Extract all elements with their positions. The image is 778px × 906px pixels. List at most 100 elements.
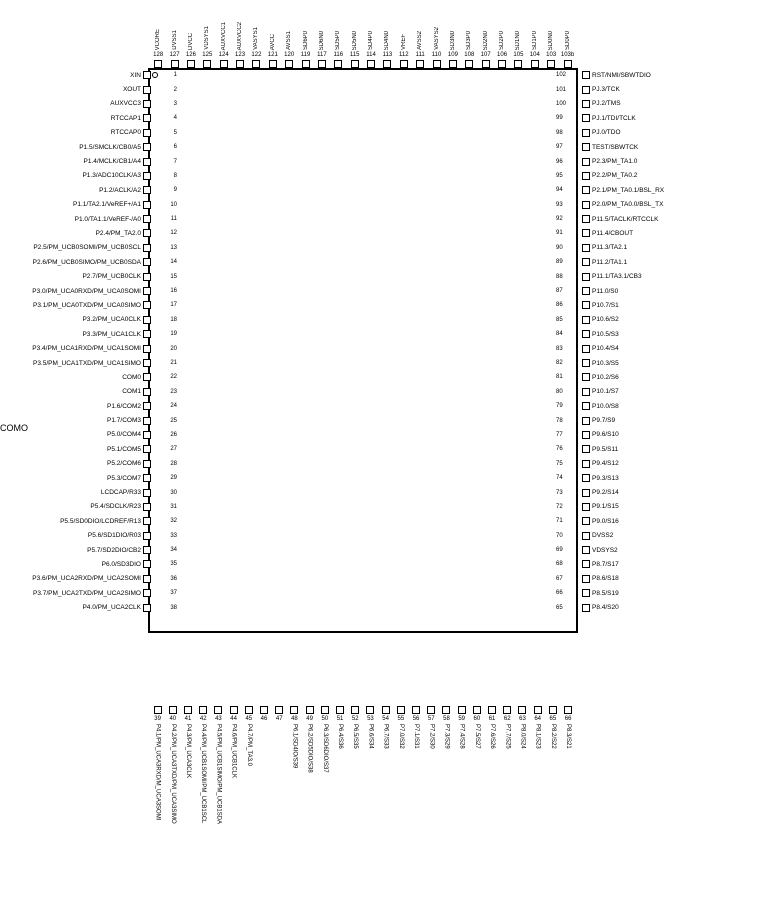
pin-label: P2.7/PM_UCB0CLK — [82, 273, 141, 280]
pin-label: SD0P0 — [565, 31, 571, 50]
pin-box — [582, 143, 590, 151]
pin-num: 14 — [170, 259, 177, 265]
bottom-pin-53: 53 P6.6/S34 — [363, 706, 377, 749]
pin-num: 123 — [235, 52, 245, 58]
pin-label: P7.4/S28 — [459, 724, 465, 749]
pin-label: P7.6/S26 — [489, 724, 495, 749]
pin-label: P9.5/S11 — [592, 446, 618, 453]
pin-box — [143, 330, 151, 338]
pin-box — [582, 273, 590, 281]
pin-box — [582, 546, 590, 554]
pin-num: 90 — [556, 245, 563, 251]
pin-num: 7 — [174, 159, 177, 165]
pin-label: RTCCAP1 — [111, 115, 141, 122]
pin-label: P5.1/COM5 — [107, 446, 141, 453]
right-pin-100: 100 PJ.2/TMS — [578, 97, 778, 111]
pin-label: SD4P0 — [368, 31, 374, 50]
pin-box — [203, 60, 211, 68]
pin-num: 77 — [556, 432, 563, 438]
pin-label: P7.1/S31 — [413, 724, 419, 749]
pin-label: VASYS1 — [253, 27, 259, 50]
pin-label: AVCC — [270, 34, 276, 50]
pin-box — [582, 560, 590, 568]
pin-box — [582, 229, 590, 237]
pin-num: 20 — [170, 346, 177, 352]
pin-box — [458, 706, 466, 714]
pin-label: P8.6/S18 — [592, 575, 619, 582]
pin-box — [442, 706, 450, 714]
pin-box — [143, 489, 151, 497]
pin-box — [143, 316, 151, 324]
bottom-pin-64: 64 P8.1/S23 — [531, 706, 545, 749]
pin-num: 41 — [185, 716, 192, 722]
pin-num: 73 — [556, 490, 563, 496]
pin-box — [143, 589, 151, 597]
pin-box — [214, 706, 222, 714]
pin-box — [547, 60, 555, 68]
top-pin-121: AVCC 121 — [266, 34, 280, 68]
right-pin-79: 79 P10.0/S8 — [578, 399, 778, 413]
bottom-pin-58: 58 P7.3/S29 — [439, 706, 453, 749]
pin-label: P5.0/COM4 — [107, 431, 141, 438]
pin-num: 28 — [170, 461, 177, 467]
pin-num: 6 — [174, 144, 177, 150]
pin-label: P10.3/S5 — [592, 360, 619, 367]
pin-box — [582, 474, 590, 482]
bottom-pin-48: 48 P6.1/SD4IO/S39 — [287, 706, 301, 768]
pin-label: P10.5/S3 — [592, 331, 619, 338]
pin-box — [143, 604, 151, 612]
pin-num: 26 — [170, 432, 177, 438]
left-pin-16: P3.0/PM_UCA0RXD/PM_UCA0SOMI 16 — [0, 284, 155, 298]
pin-num: 96 — [556, 159, 563, 165]
pin-label: RST/NMI/SBWTDIO — [592, 72, 651, 79]
pin-box — [143, 143, 151, 151]
pin-num: 83 — [556, 346, 563, 352]
left-pin-35: P6.0/SD3DIO 35 — [0, 557, 155, 571]
pin-box — [230, 706, 238, 714]
top-pin-126: DVCC 126 — [184, 33, 198, 68]
pin-label: COM0 — [122, 374, 141, 381]
right-pin-67: 67 P8.6/S18 — [578, 572, 778, 586]
right-pin-94: 94 P2.1/PM_TA0.1/BSL_RX — [578, 183, 778, 197]
pin-label: P6.5/S35 — [352, 724, 358, 749]
pin-label: DVSS2 — [592, 532, 613, 539]
top-pin-108: SD3P0 108 — [462, 31, 476, 68]
right-pins-container: 102 RST/NMI/SBWTDIO 101 PJ.3/TCK 100 PJ.… — [578, 68, 778, 615]
pin-box — [582, 589, 590, 597]
pin-num: 49 — [306, 716, 313, 722]
pin-box — [143, 201, 151, 209]
top-pin-109: SD3N0 109 — [446, 31, 460, 68]
right-pin-70: 70 DVSS2 — [578, 529, 778, 543]
pin-box — [143, 100, 151, 108]
right-pin-90: 90 P11.3/TA2.1 — [578, 241, 778, 255]
pin-num: 51 — [337, 716, 344, 722]
pin-label: P4.0/PM_UCA2CLK — [82, 604, 141, 611]
pin-label: P6.7/S33 — [383, 724, 389, 749]
pin-num: 66 — [556, 590, 563, 596]
pin-num: 2 — [174, 87, 177, 93]
pin-label: P7.3/S29 — [443, 724, 449, 749]
pin-label: P2.0/PM_TA0.0/BSL_TX — [592, 201, 663, 208]
pin-box — [154, 60, 162, 68]
top-pin-112: VREF 112 — [397, 34, 411, 68]
pin-box — [416, 60, 424, 68]
pin-num: 64 — [534, 716, 541, 722]
pin-box — [366, 706, 374, 714]
pin-box — [318, 60, 326, 68]
pin-label: P6.6/S34 — [367, 724, 373, 749]
left-pin-12: P2.4/PM_TA2.0 12 — [0, 226, 155, 240]
pin-box — [143, 460, 151, 468]
top-pin-111: AVSS2 111 — [413, 31, 427, 68]
pin-box — [252, 60, 260, 68]
pin-box — [582, 287, 590, 295]
pin-label: P1.4/MCLK/CB1/A4 — [84, 158, 141, 165]
chip-body — [148, 68, 578, 633]
left-pin-24: P1.6/COM2 24 — [0, 399, 155, 413]
pin-box — [531, 60, 539, 68]
left-pin-29: P5.3/COM7 29 — [0, 471, 155, 485]
right-pin-78: 78 P9.7/S9 — [578, 413, 778, 427]
pin-num: 87 — [556, 288, 563, 294]
left-pin-5: RTCCAP0 5 — [0, 126, 155, 140]
right-pin-68: 68 P8.7/S17 — [578, 557, 778, 571]
pin-num: 88 — [556, 274, 563, 280]
